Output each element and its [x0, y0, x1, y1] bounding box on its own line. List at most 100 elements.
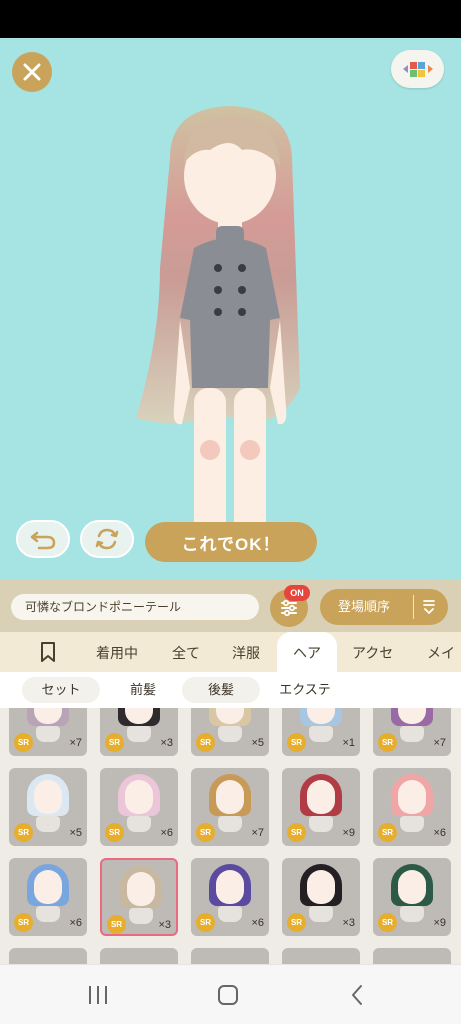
- sort-order-label: 登場順序: [338, 599, 391, 614]
- mannequin-stand: [400, 816, 424, 832]
- tab-hair[interactable]: ヘア: [277, 632, 337, 672]
- item-quantity: ×7: [251, 827, 264, 839]
- close-icon: [23, 63, 41, 81]
- mannequin-stand: [309, 906, 333, 922]
- mannequin-stand: [127, 816, 151, 832]
- subtab-extensions[interactable]: エクステ: [270, 677, 340, 703]
- item-quantity: ×6: [69, 917, 82, 929]
- confirm-ok-button[interactable]: これでOK！: [145, 522, 317, 562]
- item-quantity: ×9: [433, 917, 446, 929]
- item-cell[interactable]: SR ×9: [282, 768, 360, 846]
- item-info-bar: 可憐なブロンドポニーテール ON 登場順序: [0, 580, 461, 632]
- item-quantity: ×3: [342, 917, 355, 929]
- subtab-back-hair[interactable]: 後髪: [182, 677, 260, 703]
- subtab-bangs[interactable]: 前髪: [118, 677, 168, 703]
- item-cell[interactable]: SR ×6: [373, 768, 451, 846]
- rarity-badge: SR: [14, 913, 33, 932]
- rarity-badge: SR: [378, 823, 397, 842]
- subtab-set[interactable]: セット: [22, 677, 100, 703]
- undo-icon: [30, 531, 56, 550]
- mannequin-stand: [127, 726, 151, 742]
- mannequin-head: [216, 870, 244, 904]
- rarity-badge: SR: [196, 913, 215, 932]
- rarity-badge: SR: [287, 823, 306, 842]
- item-quantity: ×7: [433, 737, 446, 749]
- bookmark-icon: [41, 642, 55, 662]
- item-cell[interactable]: [373, 948, 451, 964]
- item-cell[interactable]: SR ×7: [373, 708, 451, 756]
- item-quantity: ×1: [342, 737, 355, 749]
- recents-icon[interactable]: [86, 984, 110, 1006]
- item-cell[interactable]: SR ×9: [373, 858, 451, 936]
- hair-subtab-bar: セット 前髪 後髪 エクステ: [0, 672, 461, 708]
- rarity-badge: SR: [287, 913, 306, 932]
- back-icon[interactable]: [346, 984, 370, 1006]
- item-cell[interactable]: [9, 948, 87, 964]
- avatar-character: [136, 106, 300, 558]
- tab-all[interactable]: 全て: [172, 632, 200, 672]
- item-cell[interactable]: SR ×3: [100, 708, 178, 756]
- tab-bookmark[interactable]: [38, 632, 66, 672]
- avatar-stage: これでOK！: [0, 38, 461, 580]
- item-cell[interactable]: SR ×5: [191, 708, 269, 756]
- rarity-badge: SR: [14, 733, 33, 752]
- item-cell[interactable]: SR ×3: [100, 858, 178, 936]
- tab-wearing[interactable]: 着用中: [96, 632, 138, 672]
- item-quantity: ×9: [342, 827, 355, 839]
- mannequin-stand: [400, 906, 424, 922]
- sort-direction-icon[interactable]: [421, 598, 437, 616]
- filter-on-badge: ON: [284, 585, 310, 601]
- mannequin-stand: [36, 726, 60, 742]
- mannequin-head: [398, 780, 426, 814]
- rarity-badge: SR: [105, 733, 124, 752]
- rarity-badge: SR: [196, 733, 215, 752]
- item-cell[interactable]: SR ×6: [191, 858, 269, 936]
- item-quantity: ×5: [69, 827, 82, 839]
- item-name-display: 可憐なブロンドポニーテール: [11, 594, 259, 620]
- tab-makeup[interactable]: メイ: [427, 632, 455, 672]
- rotate-button[interactable]: [80, 520, 134, 558]
- mannequin-stand: [309, 816, 333, 832]
- mannequin-head: [125, 780, 153, 814]
- item-cell[interactable]: SR ×3: [282, 858, 360, 936]
- rotate-icon: [95, 528, 119, 550]
- item-quantity: ×6: [251, 917, 264, 929]
- item-cell[interactable]: [191, 948, 269, 964]
- item-cell[interactable]: SR ×6: [9, 858, 87, 936]
- item-cell[interactable]: SR ×5: [9, 768, 87, 846]
- color-palette-icon: [402, 62, 433, 77]
- color-palette-button[interactable]: [391, 50, 444, 88]
- mannequin-head: [307, 780, 335, 814]
- tab-accessory[interactable]: アクセ: [352, 632, 393, 672]
- item-cell[interactable]: SR ×7: [191, 768, 269, 846]
- item-cell[interactable]: [100, 948, 178, 964]
- mannequin-head: [34, 870, 62, 904]
- item-cell[interactable]: SR ×7: [9, 708, 87, 756]
- sort-order-button[interactable]: 登場順序: [320, 589, 448, 625]
- undo-button[interactable]: [16, 520, 70, 558]
- mannequin-stand: [309, 726, 333, 742]
- item-cell[interactable]: [282, 948, 360, 964]
- status-bar: [0, 0, 461, 38]
- mannequin-stand: [218, 726, 242, 742]
- sort-divider: [413, 595, 414, 619]
- mannequin-stand: [36, 906, 60, 922]
- rarity-badge: SR: [196, 823, 215, 842]
- mannequin-stand: [218, 816, 242, 832]
- filter-sliders-icon: [281, 599, 297, 617]
- rarity-badge: SR: [287, 733, 306, 752]
- mannequin-stand: [129, 908, 153, 924]
- mannequin-head: [398, 870, 426, 904]
- item-quantity: ×3: [160, 737, 173, 749]
- item-cell[interactable]: SR ×1: [282, 708, 360, 756]
- item-cell[interactable]: SR ×6: [100, 768, 178, 846]
- rarity-badge: SR: [378, 913, 397, 932]
- rarity-badge: SR: [105, 823, 124, 842]
- home-icon[interactable]: [216, 984, 240, 1006]
- close-button[interactable]: [12, 52, 52, 92]
- item-quantity: ×6: [433, 827, 446, 839]
- mannequin-stand: [218, 906, 242, 922]
- tab-clothes[interactable]: 洋服: [232, 632, 260, 672]
- system-nav-bar: [0, 964, 461, 1024]
- mannequin-head: [216, 780, 244, 814]
